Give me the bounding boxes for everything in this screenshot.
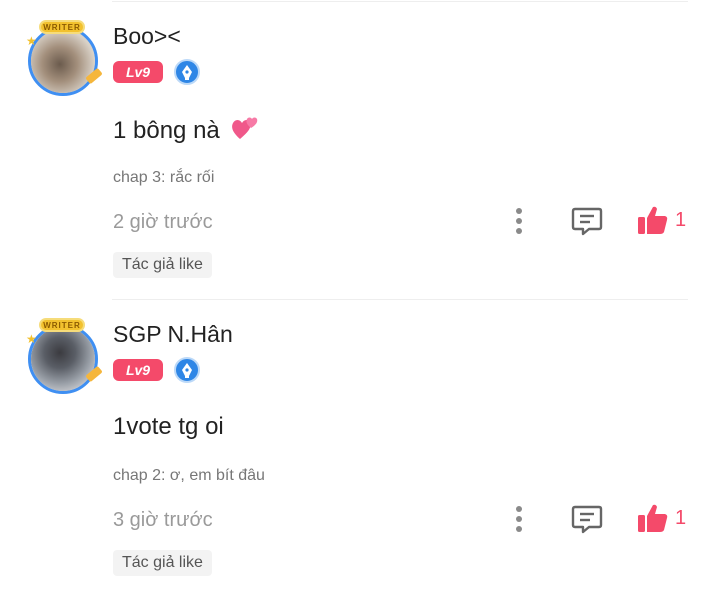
more-vertical-icon-dot	[516, 218, 522, 224]
author-liked-tag: Tác giả like	[113, 252, 212, 278]
chapter-link[interactable]: chap 2: ơ, em bít đâu	[113, 467, 265, 485]
comment-item: WRITER ★ Boo>< Lv9 1 bông nà chap 3: rắc…	[0, 0, 704, 298]
comment-text: 1vote tg oi	[113, 413, 224, 440]
reply-button[interactable]	[571, 504, 603, 534]
comment-text-content: 1 bông nà	[113, 117, 220, 144]
comment-reply-icon	[571, 505, 603, 534]
thumbs-up-icon	[638, 504, 668, 532]
star-icon: ★	[26, 34, 37, 48]
avatar[interactable]: WRITER ★	[24, 20, 104, 98]
level-badge: Lv9	[113, 61, 163, 83]
comment-item: WRITER ★ SGP N.Hân Lv9 1vote tg oi chap …	[0, 298, 704, 596]
timestamp: 2 giờ trước	[113, 211, 213, 233]
username[interactable]: SGP N.Hân	[113, 321, 233, 348]
writer-pen-badge-icon	[174, 59, 200, 85]
reply-button[interactable]	[571, 206, 603, 236]
comment-text: 1 bông nà	[113, 115, 260, 145]
chapter-link[interactable]: chap 3: rắc rối	[113, 169, 214, 187]
writer-pen-badge-icon	[174, 357, 200, 383]
avatar-photo	[28, 324, 98, 394]
two-hearts-emoji	[232, 117, 258, 139]
more-vertical-icon-dot	[516, 208, 522, 214]
like-count: 1	[675, 507, 687, 529]
writer-frame-badge: WRITER	[39, 318, 85, 332]
like-count: 1	[675, 209, 687, 231]
thumbs-up-icon	[638, 206, 668, 234]
level-badge: Lv9	[113, 359, 163, 381]
like-button[interactable]: 1	[637, 502, 693, 536]
writer-frame-badge: WRITER	[39, 20, 85, 34]
star-icon: ★	[26, 332, 37, 346]
like-button[interactable]: 1	[637, 204, 693, 238]
comment-reply-icon	[571, 207, 603, 236]
more-vertical-icon-dot	[516, 516, 522, 522]
more-vertical-icon-dot	[516, 506, 522, 512]
author-liked-tag: Tác giả like	[113, 550, 212, 576]
more-options-button[interactable]	[508, 206, 530, 236]
timestamp: 3 giờ trước	[113, 509, 213, 531]
more-vertical-icon-dot	[516, 526, 522, 532]
more-vertical-icon-dot	[516, 228, 522, 234]
avatar[interactable]: WRITER ★	[24, 318, 104, 396]
more-options-button[interactable]	[508, 504, 530, 534]
username[interactable]: Boo><	[113, 23, 181, 50]
avatar-photo	[28, 26, 98, 96]
